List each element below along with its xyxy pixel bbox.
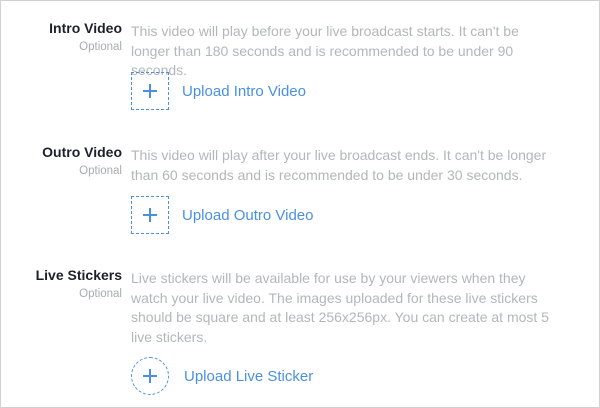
plus-icon xyxy=(131,357,169,395)
upload-intro-video-label: Upload Intro Video xyxy=(182,82,306,100)
intro-video-header: Intro Video Optional xyxy=(1,19,122,55)
upload-live-sticker-button[interactable]: Upload Live Sticker xyxy=(131,357,313,395)
plus-icon xyxy=(131,72,169,110)
plus-icon xyxy=(131,196,169,234)
outro-video-description: This video will play after your live bro… xyxy=(131,147,547,183)
outro-video-optional-label: Optional xyxy=(79,165,122,177)
outro-video-header: Outro Video Optional xyxy=(1,143,122,179)
live-stickers-title: Live Stickers xyxy=(35,267,122,283)
live-stickers-description: Live stickers will be available for use … xyxy=(131,270,549,345)
live-stickers-optional-label: Optional xyxy=(79,288,122,300)
upload-live-sticker-label: Upload Live Sticker xyxy=(184,367,314,385)
upload-intro-video-button[interactable]: Upload Intro Video xyxy=(131,72,306,110)
intro-video-optional-label: Optional xyxy=(79,41,122,53)
upload-outro-video-label: Upload Outro Video xyxy=(182,206,314,224)
settings-panel: Intro Video Optional This video will pla… xyxy=(0,0,600,408)
intro-video-title: Intro Video xyxy=(49,20,122,36)
live-stickers-header: Live Stickers Optional xyxy=(1,266,122,302)
upload-outro-video-button[interactable]: Upload Outro Video xyxy=(131,196,313,234)
outro-video-title: Outro Video xyxy=(42,144,122,160)
